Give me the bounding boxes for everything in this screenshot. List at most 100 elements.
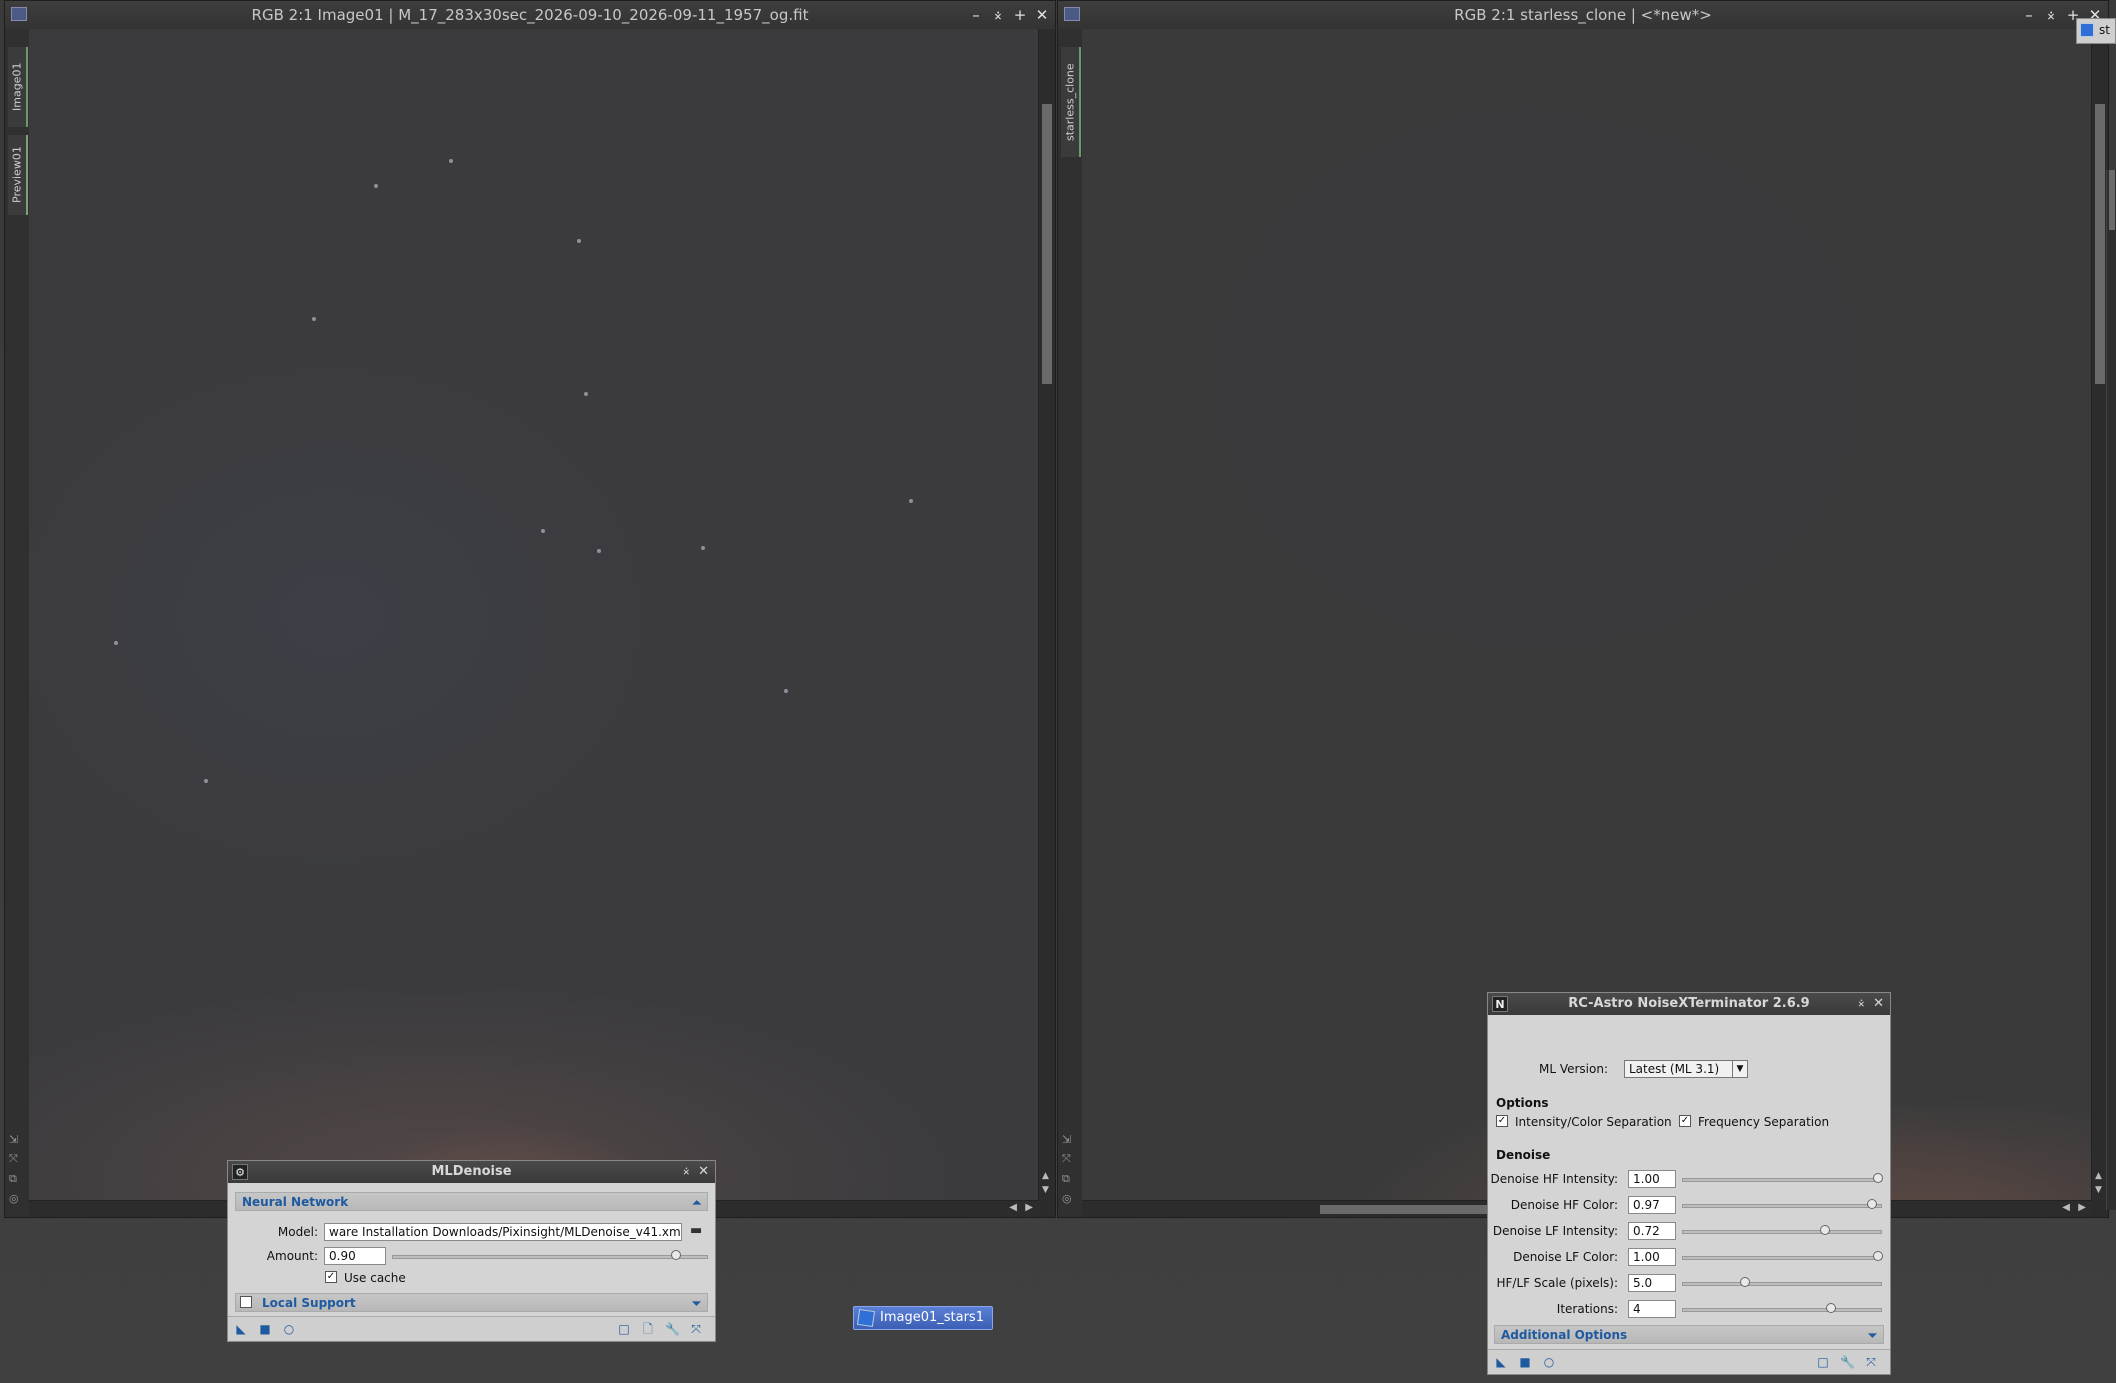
amount-slider[interactable] [392, 1250, 708, 1260]
new-instance-icon[interactable]: ◣ [234, 1322, 248, 1336]
scroll-thumb[interactable] [1042, 104, 1052, 384]
scroll-left-arrow[interactable]: ◀ [2062, 1202, 2070, 1213]
minimize-button[interactable]: – [969, 1, 983, 29]
param-slider[interactable] [1682, 1173, 1883, 1183]
amount-field[interactable]: 0.90 [324, 1247, 386, 1265]
star [204, 779, 208, 783]
zoom-icon[interactable]: ⤧ [1062, 1152, 1072, 1166]
shade-button[interactable]: ⨰ [1858, 993, 1866, 1015]
param-field[interactable]: 1.00 [1628, 1248, 1676, 1266]
scroll-right-arrow[interactable]: ▶ [1025, 1202, 1033, 1213]
save-icon[interactable]: 🗋 [641, 1322, 655, 1336]
copy-icon[interactable]: ⧉ [9, 1172, 19, 1186]
section-neural-network[interactable]: Neural Network ⏶ [235, 1192, 708, 1211]
preferences-icon[interactable]: 🔧 [1840, 1355, 1855, 1369]
image-window-titlebar[interactable]: RGB 2:1 starless_clone | <*new*> – ⨰ + ✕ [1058, 1, 2108, 30]
ml-version-select[interactable]: Latest (ML 3.1) ▼ [1624, 1060, 1748, 1078]
slider-knob[interactable] [1740, 1277, 1750, 1287]
scroll-left-arrow[interactable]: ◀ [1009, 1202, 1017, 1213]
preferences-icon[interactable]: 🔧 [665, 1322, 680, 1336]
intensity-color-checkbox[interactable]: ✓ [1496, 1115, 1508, 1127]
slider-knob[interactable] [1873, 1173, 1883, 1183]
param-slider[interactable] [1682, 1277, 1882, 1287]
shade-button[interactable]: ⨰ [683, 1161, 691, 1183]
section-additional-options[interactable]: Additional Options ⏷ [1494, 1325, 1884, 1344]
new-instance-icon[interactable]: ◣ [1494, 1355, 1508, 1369]
zoom-fit-icon[interactable]: ⇲ [1062, 1133, 1072, 1146]
close-button[interactable]: ✕ [1035, 1, 1049, 29]
image-icon-stars[interactable]: Image01_stars1 [853, 1306, 993, 1330]
section-local-support[interactable]: Local Support ⏷ [235, 1293, 708, 1312]
scroll-thumb[interactable] [2109, 170, 2115, 230]
apply-global-icon[interactable]: ■ [1518, 1355, 1532, 1369]
slider-knob[interactable] [1826, 1303, 1836, 1313]
chevron-down-icon[interactable]: ▼ [1732, 1061, 1747, 1077]
slider-knob[interactable] [1820, 1225, 1830, 1235]
frequency-separation-checkbox[interactable]: ✓ [1679, 1115, 1691, 1127]
reset-icon[interactable]: ⤧ [1864, 1355, 1878, 1369]
shade-button[interactable]: ⨰ [991, 1, 1005, 29]
scroll-up-arrow[interactable]: ▲ [1042, 1171, 1049, 1181]
copy-icon[interactable]: ⧉ [1062, 1172, 1072, 1186]
vertical-scrollbar[interactable]: ▲ ▼ [1038, 29, 1055, 1201]
param-field[interactable]: 0.97 [1628, 1196, 1676, 1214]
documentation-icon[interactable]: □ [617, 1322, 631, 1336]
model-path-field[interactable]: ware Installation Downloads/Pixinsight/M… [324, 1223, 682, 1241]
apply-global-icon[interactable]: ■ [258, 1322, 272, 1336]
expand-icon[interactable]: ⏷ [1868, 1326, 1877, 1345]
slider-knob[interactable] [1873, 1251, 1883, 1261]
scroll-down-arrow[interactable]: ▼ [1042, 1185, 1049, 1195]
tab-preview01[interactable]: Preview01 [8, 135, 28, 215]
documentation-icon[interactable]: □ [1816, 1355, 1830, 1369]
target-icon[interactable]: ◎ [1062, 1192, 1072, 1205]
param-field[interactable]: 1.00 [1628, 1170, 1676, 1188]
image-window-title: RGB 2:1 Image01 | M_17_283x30sec_2026-09… [251, 6, 809, 24]
zoom-icon[interactable]: ⤧ [9, 1152, 19, 1166]
window-system-icon[interactable] [11, 7, 27, 21]
collapse-icon[interactable]: ⏶ [692, 1193, 701, 1212]
reset-icon[interactable]: ⤧ [689, 1322, 703, 1336]
param-field[interactable]: 5.0 [1628, 1274, 1676, 1292]
image-window-titlebar[interactable]: RGB 2:1 Image01 | M_17_283x30sec_2026-09… [5, 1, 1055, 30]
scroll-right-arrow[interactable]: ▶ [2078, 1202, 2086, 1213]
star [701, 546, 705, 550]
mldenoise-dialog[interactable]: ⚙ MLDenoise ⨰ ✕ Neural Network ⏶ Model: … [227, 1160, 716, 1342]
param-slider[interactable] [1682, 1199, 1882, 1209]
tab-starless-clone[interactable]: starless_clone [1061, 47, 1081, 157]
dialog-titlebar[interactable]: N RC-Astro NoiseXTerminator 2.6.9 ⨰ ✕ [1488, 993, 1890, 1015]
param-field[interactable]: 4 [1628, 1300, 1676, 1318]
param-slider[interactable] [1682, 1303, 1882, 1313]
slider-knob[interactable] [1867, 1199, 1877, 1209]
param-field[interactable]: 0.72 [1628, 1222, 1676, 1240]
param-slider[interactable] [1682, 1251, 1883, 1261]
shade-button[interactable]: ⨰ [2044, 1, 2058, 29]
minimize-button[interactable]: – [2022, 1, 2036, 29]
use-cache-checkbox[interactable]: ✓ [325, 1271, 337, 1283]
section-label: Local Support [262, 1296, 356, 1310]
close-button[interactable]: ✕ [698, 1161, 709, 1183]
image-window-image01[interactable]: RGB 2:1 Image01 | M_17_283x30sec_2026-09… [4, 0, 1056, 1218]
image-canvas-left[interactable] [29, 29, 1039, 1201]
scroll-down-arrow[interactable]: ▼ [2095, 1185, 2102, 1195]
ml-version-value: Latest (ML 3.1) [1629, 1062, 1720, 1076]
zoom-fit-icon[interactable]: ⇲ [9, 1133, 19, 1146]
folder-icon[interactable]: ▬ [690, 1223, 702, 1238]
offscreen-window-edge[interactable]: st [2076, 18, 2116, 44]
expand-icon[interactable]: ⏷ [692, 1294, 701, 1313]
amount-label: Amount: [266, 1249, 318, 1263]
apply-icon[interactable]: ○ [282, 1322, 296, 1336]
apply-icon[interactable]: ○ [1542, 1355, 1556, 1369]
target-icon[interactable]: ◎ [9, 1192, 19, 1205]
denoise-heading: Denoise [1496, 1148, 1551, 1162]
tab-image01[interactable]: Image01 [8, 47, 28, 127]
dialog-titlebar[interactable]: ⚙ MLDenoise ⨰ ✕ [228, 1161, 715, 1183]
param-slider[interactable] [1682, 1225, 1882, 1235]
local-support-checkbox[interactable] [240, 1296, 252, 1308]
slider-knob[interactable] [671, 1250, 681, 1260]
window-system-icon[interactable] [1064, 7, 1080, 21]
scroll-thumb[interactable] [2095, 104, 2105, 384]
maximize-button[interactable]: + [1013, 1, 1027, 29]
noisexterminator-dialog[interactable]: N RC-Astro NoiseXTerminator 2.6.9 ⨰ ✕ ML… [1487, 992, 1891, 1375]
scroll-up-arrow[interactable]: ▲ [2095, 1171, 2102, 1181]
close-button[interactable]: ✕ [1873, 993, 1884, 1015]
